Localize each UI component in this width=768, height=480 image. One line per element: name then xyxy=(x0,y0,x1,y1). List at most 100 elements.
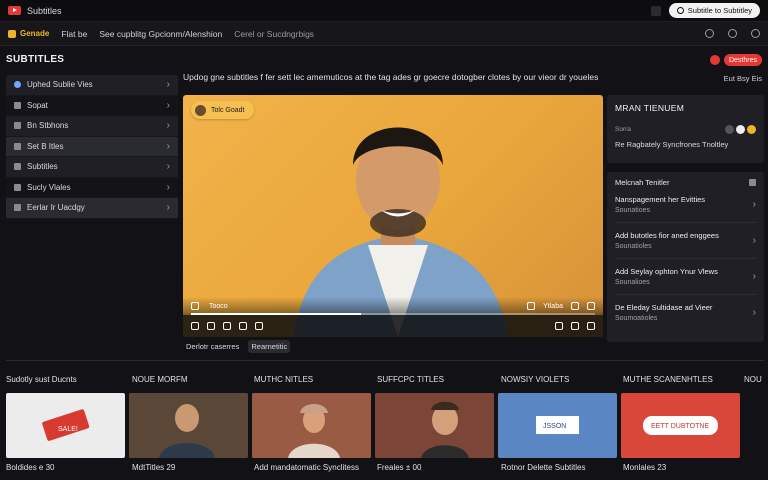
brand-icon xyxy=(8,29,16,38)
layers-icon[interactable] xyxy=(255,322,263,330)
chevron-right-icon: › xyxy=(166,140,170,152)
rail-label: MUTHE SCANENHTLES xyxy=(623,375,713,384)
sidebar-item-6[interactable]: Sucly Vlales › xyxy=(6,177,178,198)
sidebar-item-3[interactable]: Bn Stbhons › xyxy=(6,116,178,137)
square-icon xyxy=(14,204,21,212)
list-item-subtitle: Sounatioes xyxy=(615,207,651,214)
thumbnail-red-card[interactable]: EETT DUBTOTNE xyxy=(621,393,740,458)
person-brick-graphic xyxy=(375,393,494,458)
chevron-right-icon: › xyxy=(752,199,756,210)
player-right-label: Ytlaba xyxy=(543,302,563,310)
skip-back-icon[interactable] xyxy=(191,322,199,330)
thumbnail-person-brick[interactable] xyxy=(375,393,494,458)
search-icon[interactable] xyxy=(705,29,714,38)
chevron-right-icon: › xyxy=(166,99,170,111)
link-icon[interactable] xyxy=(223,322,231,330)
page-title: Updog gne subtitles f fer sett lec amemu… xyxy=(183,72,599,82)
alert-icon[interactable] xyxy=(709,55,720,65)
list-item[interactable]: Nanspagement her Evitties Sounatioes › xyxy=(615,187,756,223)
gear-icon[interactable] xyxy=(555,322,563,330)
sidebar-item-5[interactable]: Subtitles › xyxy=(6,157,178,178)
panel-title: MRAN TIENUEM xyxy=(615,103,685,113)
list-item-title: De Eleday Sultidase ad Vieer xyxy=(615,303,713,312)
nav-link-1[interactable]: Flat be xyxy=(61,29,87,39)
person-hat-graphic xyxy=(252,393,371,458)
thumbnail-caption: MdtTitles 29 xyxy=(132,463,176,472)
settings-link[interactable]: Eut Bsy Eis xyxy=(706,74,762,83)
scissors-icon[interactable] xyxy=(207,322,215,330)
blue-card-text: JSSON xyxy=(543,423,566,430)
thumbnail-person-glasses[interactable] xyxy=(129,393,248,458)
app-logo-icon xyxy=(8,6,21,15)
toggle-light[interactable] xyxy=(736,125,745,134)
list-item-subtitle: Sounatioles xyxy=(615,243,652,250)
expand-icon[interactable] xyxy=(587,322,595,330)
square-icon xyxy=(14,142,21,150)
thumbnail-caption: Rotnor Delette Subtitles xyxy=(501,463,586,472)
video-tag-2[interactable]: Rearnetitic xyxy=(248,340,291,353)
star-icon[interactable] xyxy=(571,322,579,330)
video-player[interactable]: Tolc Goadt Tooco Ytlaba xyxy=(183,95,603,337)
toggle-accent[interactable] xyxy=(747,125,756,134)
sidebar-item-label: Subtitles xyxy=(27,162,58,172)
edit-icon[interactable] xyxy=(749,179,756,186)
circle-icon xyxy=(14,81,21,89)
toggle-dark[interactable] xyxy=(725,125,734,134)
panel-foot: Re Ragbately Syncfrones Tnoltley xyxy=(615,140,729,149)
sidebar-item-7[interactable]: Eerlar Ir Uacdgy › xyxy=(6,198,178,219)
nav-bar: Genade Flat be See cupblitg Gpcionm/Alen… xyxy=(0,22,768,46)
list-item-subtitle: Soumoatioles xyxy=(615,315,658,322)
speaker-chip[interactable]: Tolc Goadt xyxy=(191,101,255,119)
rail-label: NOUE MORFM xyxy=(132,375,188,384)
chevron-right-icon: › xyxy=(166,120,170,132)
volume-icon[interactable] xyxy=(571,302,579,310)
title-bar: Subtitles Subtitle to Subtitley xyxy=(0,0,768,22)
sidebar-item-label: Eerlar Ir Uacdgy xyxy=(27,203,85,213)
video-tag-1[interactable]: Derlotr caserres xyxy=(183,340,242,353)
fullscreen-icon[interactable] xyxy=(587,302,595,310)
thumbnail-caption: Monlales 23 xyxy=(623,463,667,472)
crop-icon[interactable] xyxy=(239,322,247,330)
sidebar-item-1[interactable]: Uphed Sublie Vies › xyxy=(6,75,178,96)
chevron-right-icon: › xyxy=(752,271,756,282)
red-card-text: EETT DUBTOTNE xyxy=(651,423,709,430)
avatar xyxy=(195,104,206,116)
person-glasses-graphic xyxy=(129,393,248,458)
sidebar-item-2[interactable]: Sopat › xyxy=(6,95,178,116)
thumbnail-ticket[interactable]: SALE! xyxy=(6,393,125,458)
list-item-title: Add Seylay ophton Ynur Vlews xyxy=(615,267,718,276)
nav-link-3[interactable]: Cerel or Sucdngrbigs xyxy=(234,29,314,39)
theme-toggles[interactable] xyxy=(725,125,756,134)
chevron-right-icon: › xyxy=(752,307,756,318)
trash-icon[interactable] xyxy=(650,5,661,16)
play-icon[interactable] xyxy=(191,302,199,310)
feature-list-title: Melcnah Tenitler xyxy=(615,178,670,187)
list-item[interactable]: Add butotles fior aned enggees Sounatiol… xyxy=(615,223,756,259)
thumbnail-person-hat[interactable] xyxy=(252,393,371,458)
rail-label: MUTHC NITLES xyxy=(254,375,314,384)
brand[interactable]: Genade xyxy=(8,29,49,38)
thumbnail-blue-card[interactable]: JSSON xyxy=(498,393,617,458)
square-icon xyxy=(14,183,21,191)
thumbnail-caption: Freales ± 00 xyxy=(377,463,422,472)
rail-label: NOUT xyxy=(744,375,762,384)
clock-icon xyxy=(676,7,684,14)
primary-action-button[interactable]: Desthres xyxy=(723,54,762,66)
nav-link-2[interactable]: See cupblitg Gpcionm/Alenshion xyxy=(99,29,222,39)
sidebar-title: SUBTITLES xyxy=(6,54,65,65)
chevron-right-icon: › xyxy=(166,161,170,173)
captions-icon[interactable] xyxy=(527,302,536,310)
list-item[interactable]: Add Seylay ophton Ynur Vlews Sounalioes … xyxy=(615,259,756,295)
ticket-text: SALE! xyxy=(58,426,78,433)
top-action-button[interactable]: Subtitle to Subtitley xyxy=(668,3,760,18)
sidebar-item-4[interactable]: Set B Itles › xyxy=(6,136,178,157)
list-item-subtitle: Sounalioes xyxy=(615,279,650,286)
chevron-right-icon: › xyxy=(166,79,170,91)
red-card-graphic: EETT DUBTOTNE xyxy=(643,416,718,435)
list-item-title: Nanspagement her Evitties xyxy=(615,195,706,204)
settings-icon[interactable] xyxy=(728,29,737,38)
app-title: Subtitles xyxy=(27,5,62,16)
list-item[interactable]: De Eleday Sultidase ad Vieer Soumoatiole… xyxy=(615,295,756,330)
more-icon[interactable] xyxy=(751,29,760,38)
thumbnail-caption: Add mandatomatic Synclitess xyxy=(254,463,359,472)
